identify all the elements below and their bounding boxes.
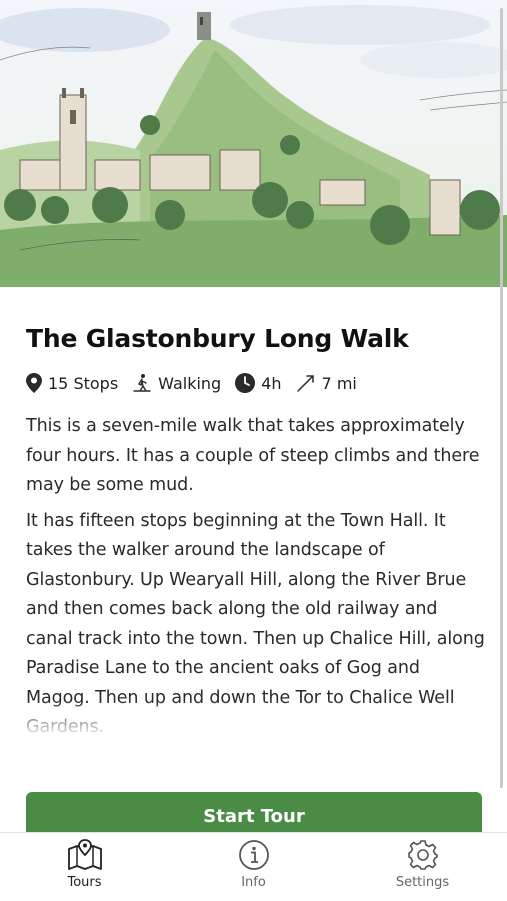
duration: 4h [261,373,282,393]
distance-info: 7 mi [296,373,357,393]
scroll-fade [0,700,498,755]
stops-info: 15 Stops [26,373,118,393]
distance: 7 mi [321,373,357,393]
map-icon [67,839,102,870]
tab-info-label: Info [241,875,266,890]
info-icon [238,840,269,870]
tab-tours[interactable]: Tours [0,833,169,901]
bottom-tab-bar: Tours Info Settings [0,832,507,901]
tab-settings-label: Settings [395,875,450,890]
tab-settings[interactable]: Settings [338,833,507,901]
location-pin-icon [26,373,42,393]
tour-details: The Glastonbury Long Walk 15 Stops Walki… [26,322,486,749]
tour-title: The Glastonbury Long Walk [26,324,409,353]
tab-tours-label: Tours [67,875,102,890]
walking-icon [133,374,151,392]
route-icon [296,375,314,392]
gear-icon [407,840,438,870]
stops-count: 15 Stops [48,373,119,393]
scrollbar[interactable] [500,8,503,788]
tour-meta: 15 Stops Walking 4h 7 mi [26,370,486,396]
description-paragraph: This is a seven-mile walk that takes app… [26,416,480,495]
duration-info: 4h [235,373,282,393]
tab-info[interactable]: Info [169,833,338,901]
tour-description: This is a seven-mile walk that takes app… [26,412,486,743]
clock-icon [235,373,256,393]
travel-mode: Walking [158,373,222,393]
glastonbury-tor-illustration [0,5,507,287]
mode-info: Walking [132,373,221,393]
hero-illustration [0,0,507,287]
